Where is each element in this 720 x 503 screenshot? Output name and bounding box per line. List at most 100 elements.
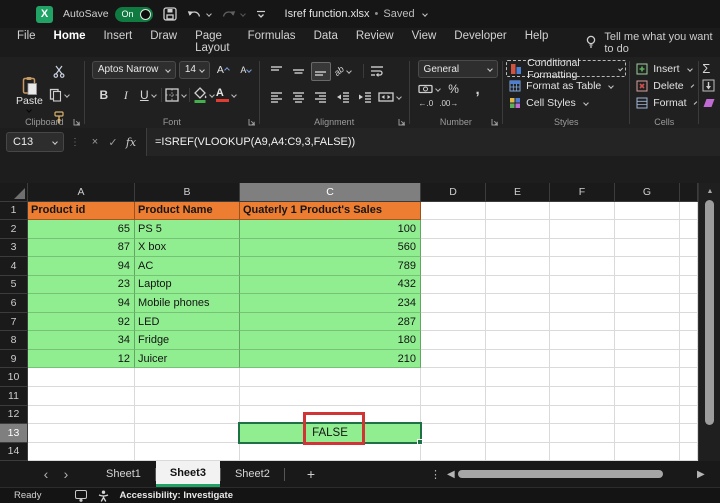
- conditional-formatting-button[interactable]: Conditional Formatting: [506, 57, 627, 81]
- borders-button[interactable]: [165, 86, 187, 105]
- paste-button[interactable]: Paste: [16, 76, 43, 113]
- row-header-5[interactable]: 5: [0, 275, 28, 295]
- cell-C1[interactable]: Quaterly 1 Product's Sales: [240, 201, 421, 221]
- column-header-C[interactable]: C: [240, 183, 421, 202]
- sheet-tab-sheet3[interactable]: Sheet3: [155, 461, 220, 487]
- cell-F13[interactable]: [550, 424, 615, 443]
- cell-F5[interactable]: [550, 275, 615, 295]
- name-box[interactable]: C13: [6, 132, 64, 152]
- font-dialog-launcher[interactable]: [248, 118, 256, 126]
- clear-button[interactable]: [702, 94, 718, 111]
- cell-D7[interactable]: [421, 312, 486, 332]
- cell-h5[interactable]: [680, 275, 698, 295]
- column-header-G[interactable]: G: [615, 183, 680, 202]
- cell-B4[interactable]: AC: [135, 257, 240, 276]
- cell-E2[interactable]: [486, 220, 550, 239]
- cell-G7[interactable]: [615, 312, 680, 332]
- cell-h11[interactable]: [680, 386, 698, 406]
- cell-G13[interactable]: [615, 424, 680, 443]
- cell-D9[interactable]: [421, 349, 486, 369]
- row-header-3[interactable]: 3: [0, 238, 28, 258]
- cell-G6[interactable]: [615, 294, 680, 313]
- autosum-button[interactable]: Σ: [702, 60, 718, 77]
- cell-B11[interactable]: [135, 386, 240, 406]
- horizontal-scroll-thumb[interactable]: [458, 470, 663, 478]
- cell-D14[interactable]: [421, 442, 486, 462]
- cell-G14[interactable]: [615, 442, 680, 462]
- cell-D2[interactable]: [421, 220, 486, 239]
- column-header-E[interactable]: E: [486, 183, 550, 202]
- alignment-dialog-launcher[interactable]: [398, 118, 406, 126]
- enter-button[interactable]: ✓: [104, 136, 122, 149]
- cell-C4[interactable]: 789: [240, 257, 421, 276]
- merge-center-button[interactable]: [378, 87, 402, 106]
- cell-E5[interactable]: [486, 275, 550, 295]
- cell-h1[interactable]: [680, 201, 698, 221]
- cell-A2[interactable]: 65: [28, 220, 135, 239]
- sheet-tab-sheet2[interactable]: Sheet2: [221, 461, 284, 487]
- percent-style-button[interactable]: %: [444, 81, 464, 97]
- center-button[interactable]: [289, 87, 309, 106]
- cell-E11[interactable]: [486, 386, 550, 406]
- cell-B9[interactable]: Juicer: [135, 349, 240, 369]
- cell-C3[interactable]: 560: [240, 238, 421, 258]
- add-sheet-button[interactable]: +: [307, 466, 315, 482]
- cell-G5[interactable]: [615, 275, 680, 295]
- vertical-scrollbar[interactable]: ▲: [698, 183, 720, 461]
- cell-D12[interactable]: [421, 405, 486, 425]
- cell-E9[interactable]: [486, 349, 550, 369]
- cell-C11[interactable]: [240, 386, 421, 406]
- column-header-F[interactable]: F: [550, 183, 615, 202]
- font-size-select[interactable]: 14: [178, 60, 210, 79]
- cell-C10[interactable]: [240, 368, 421, 387]
- cell-F10[interactable]: [550, 368, 615, 387]
- copy-button[interactable]: [49, 85, 70, 104]
- cell-E6[interactable]: [486, 294, 550, 313]
- cell-A11[interactable]: [28, 386, 135, 406]
- decrease-indent-button[interactable]: [333, 87, 353, 106]
- cell-B10[interactable]: [135, 368, 240, 387]
- cell-A7[interactable]: 92: [28, 312, 135, 332]
- document-title-area[interactable]: Isref function.xlsx • Saved: [285, 8, 428, 20]
- cell-F11[interactable]: [550, 386, 615, 406]
- row-header-6[interactable]: 6: [0, 294, 28, 313]
- cell-B14[interactable]: [135, 442, 240, 462]
- cell-A12[interactable]: [28, 405, 135, 425]
- cell-F6[interactable]: [550, 294, 615, 313]
- cell-h8[interactable]: [680, 331, 698, 350]
- insert-cells-button[interactable]: Insert: [633, 60, 695, 77]
- cell-D13[interactable]: [421, 424, 486, 443]
- scroll-up-arrow[interactable]: ▲: [699, 183, 720, 199]
- cell-F14[interactable]: [550, 442, 615, 462]
- cell-G12[interactable]: [615, 405, 680, 425]
- increase-font-button[interactable]: A: [213, 60, 233, 79]
- cell-h3[interactable]: [680, 238, 698, 258]
- column-header-partial[interactable]: [680, 183, 698, 202]
- cell-F4[interactable]: [550, 257, 615, 276]
- top-align-button[interactable]: [267, 62, 287, 81]
- cell-D10[interactable]: [421, 368, 486, 387]
- increase-indent-button[interactable]: [355, 87, 375, 106]
- cell-F9[interactable]: [550, 349, 615, 369]
- cell-F7[interactable]: [550, 312, 615, 332]
- macro-record-icon[interactable]: [75, 489, 88, 502]
- clipboard-dialog-launcher[interactable]: [73, 118, 81, 126]
- row-header-1[interactable]: 1: [0, 201, 28, 221]
- cell-h12[interactable]: [680, 405, 698, 425]
- cell-E13[interactable]: [486, 424, 550, 443]
- bold-button[interactable]: B: [94, 86, 114, 105]
- cell-G10[interactable]: [615, 368, 680, 387]
- cell-F1[interactable]: [550, 201, 615, 221]
- cell-A8[interactable]: 34: [28, 331, 135, 350]
- cell-C6[interactable]: 234: [240, 294, 421, 313]
- cell-A6[interactable]: 94: [28, 294, 135, 313]
- cell-E1[interactable]: [486, 201, 550, 221]
- scroll-left-arrow[interactable]: ◀: [447, 469, 455, 480]
- delete-cells-button[interactable]: Delete: [633, 77, 695, 94]
- cell-D8[interactable]: [421, 331, 486, 350]
- cell-B3[interactable]: X box: [135, 238, 240, 258]
- align-left-button[interactable]: [267, 87, 287, 106]
- save-icon[interactable]: [162, 7, 177, 21]
- cell-F12[interactable]: [550, 405, 615, 425]
- excel-logo-icon[interactable]: X: [36, 5, 53, 23]
